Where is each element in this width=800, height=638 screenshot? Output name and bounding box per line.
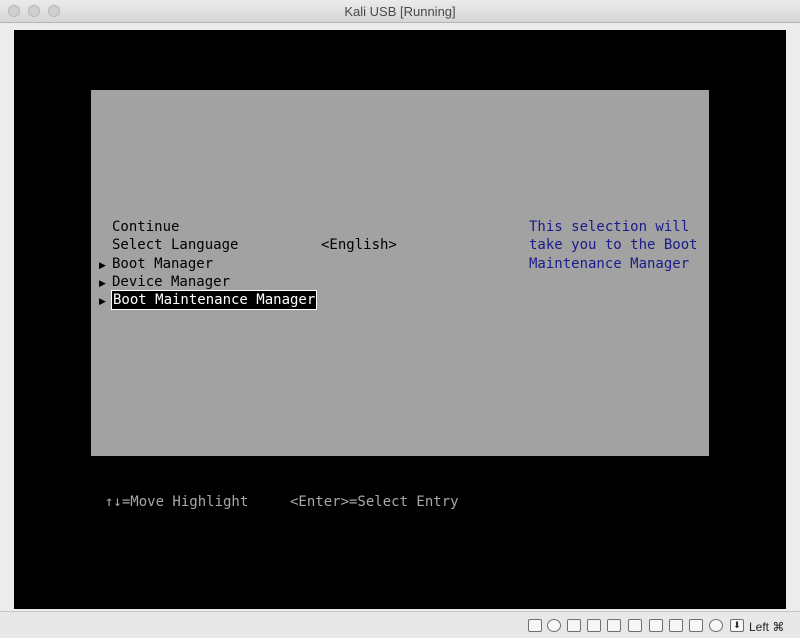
shared-folders-icon[interactable] — [628, 619, 642, 632]
window-title: Kali USB [Running] — [344, 4, 456, 19]
vm-screen[interactable]: Continue Select Language <English> ▶ Boo… — [14, 30, 786, 609]
submenu-arrow-icon: ▶ — [99, 278, 106, 288]
cpu-icon[interactable] — [689, 619, 703, 632]
audio-icon[interactable] — [567, 619, 581, 632]
help-text-line-2: take you to the Boot — [529, 237, 698, 253]
bios-menu-panel: Continue Select Language <English> ▶ Boo… — [91, 90, 709, 456]
display-icon[interactable] — [649, 619, 663, 632]
footer-select-hint: <Enter>=Select Entry — [290, 494, 459, 510]
help-text-line-1: This selection will — [529, 219, 690, 235]
arrow-down-icon[interactable]: ⬇ — [730, 619, 744, 632]
menu-item-boot-manager[interactable]: Boot Manager — [112, 255, 213, 273]
menu-item-boot-maintenance-manager[interactable]: Boot Maintenance Manager — [110, 290, 318, 310]
submenu-arrow-icon: ▶ — [99, 296, 106, 306]
footer-move-hint: ↑↓=Move Highlight — [105, 494, 249, 510]
hard-disk-icon[interactable] — [528, 619, 542, 632]
network-icon[interactable] — [587, 619, 601, 632]
vm-status-bar: ⬇ Left ⌘ — [0, 611, 800, 638]
optical-drive-icon[interactable] — [547, 619, 561, 632]
menu-item-continue[interactable]: Continue — [112, 218, 179, 236]
mouse-integration-icon[interactable] — [709, 619, 723, 632]
help-text-line-3: Maintenance Manager — [529, 256, 690, 272]
video-capture-icon[interactable] — [669, 619, 683, 632]
menu-item-device-manager[interactable]: Device Manager — [112, 273, 230, 291]
usb-icon[interactable] — [607, 619, 621, 632]
submenu-arrow-icon: ▶ — [99, 260, 106, 270]
window-titlebar: Kali USB [Running] — [0, 0, 800, 23]
host-key-label: Left ⌘ — [749, 620, 785, 634]
language-value[interactable]: <English> — [321, 236, 397, 254]
menu-item-select-language[interactable]: Select Language — [112, 236, 238, 254]
